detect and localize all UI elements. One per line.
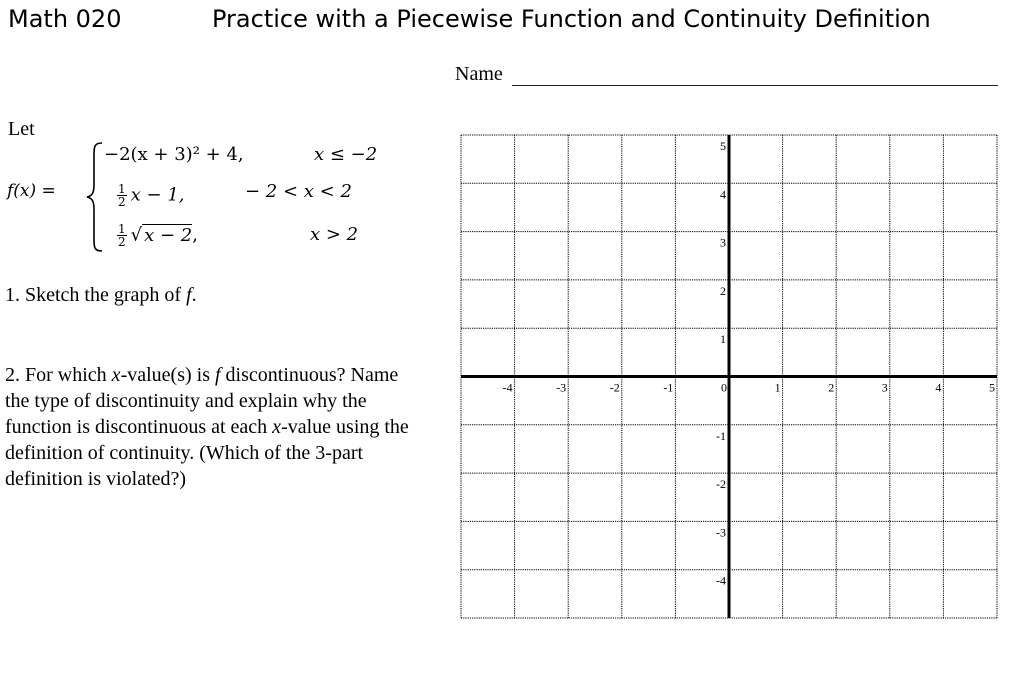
x-tick-label: -1 xyxy=(663,381,673,395)
x-tick-label: 4 xyxy=(935,381,941,395)
x-tick-label: -3 xyxy=(556,381,566,395)
y-tick-label: -2 xyxy=(716,477,726,491)
y-tick-label: -3 xyxy=(716,525,726,539)
x-tick-label: 3 xyxy=(882,381,888,395)
y-tick-label: 4 xyxy=(720,187,726,201)
y-tick-label: -1 xyxy=(716,429,726,443)
x-tick-label: 5 xyxy=(989,381,995,395)
coordinate-grid[interactable]: -4 -3 -2 -1 0 1 2 3 4 5 5 4 3 2 1 -1 -2 -3 -4 xyxy=(0,0,1024,682)
y-tick-label: 3 xyxy=(720,236,726,250)
y-tick-label: 2 xyxy=(720,284,726,298)
x-tick-label: 2 xyxy=(828,381,834,395)
x-tick-label: -4 xyxy=(503,381,513,395)
y-tick-label: 5 xyxy=(720,139,726,153)
x-tick-label: 1 xyxy=(775,381,781,395)
y-tick-label: -4 xyxy=(716,574,726,588)
y-tick-label: 1 xyxy=(720,332,726,346)
x-tick-label: -2 xyxy=(610,381,620,395)
x-tick-label: 0 xyxy=(721,381,727,395)
